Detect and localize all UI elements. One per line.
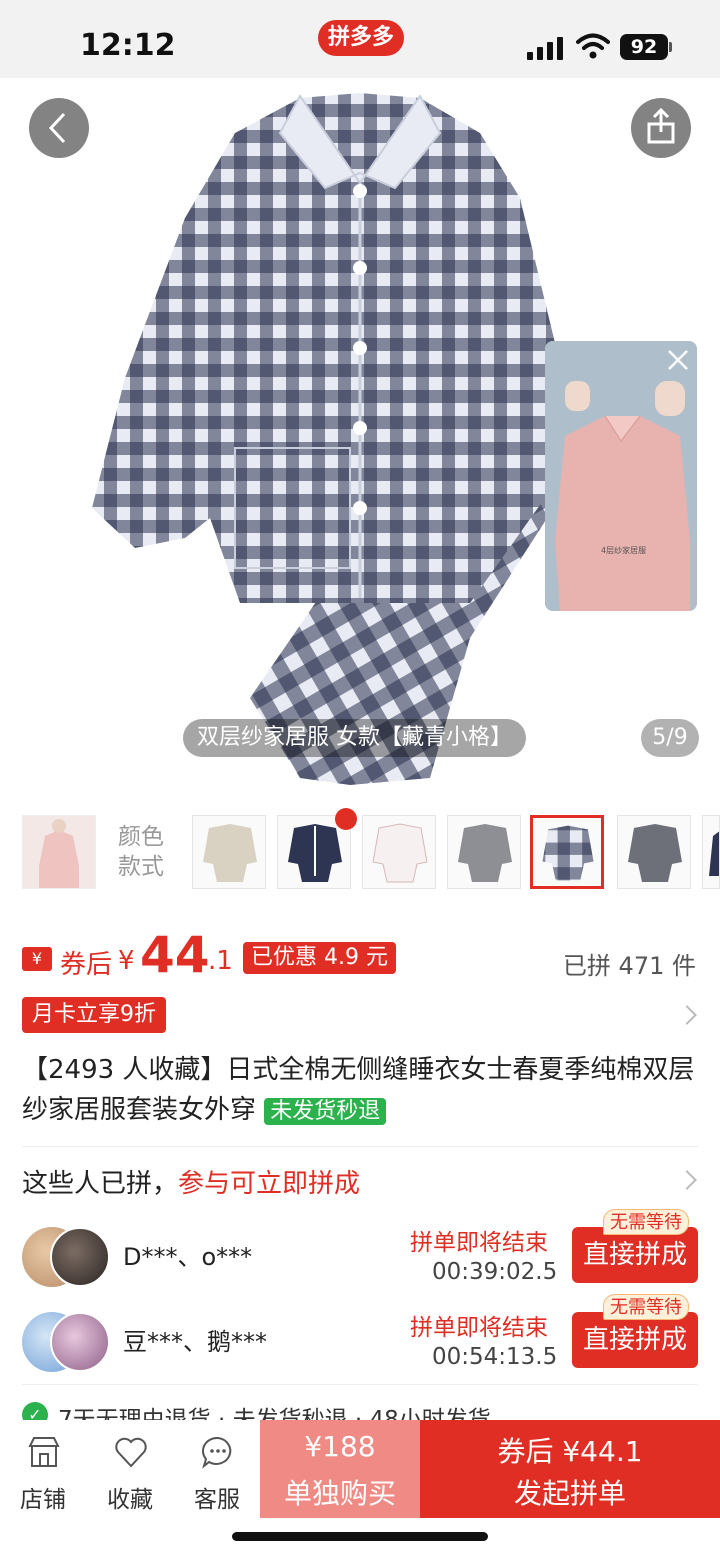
share-button[interactable] xyxy=(631,98,691,158)
battery-tip xyxy=(669,42,672,52)
status-time: 12:12 xyxy=(80,28,176,63)
variant-thumb-more[interactable] xyxy=(702,815,720,889)
app-logo: 拼多多 xyxy=(318,20,404,56)
store-label: 店铺 xyxy=(20,1487,66,1513)
variant-label: 颜色 款式 xyxy=(118,824,164,880)
avatar xyxy=(50,1227,110,1287)
heart-icon xyxy=(115,1437,147,1468)
no-wait-badge: 无需等待 xyxy=(603,1294,689,1320)
variant-thumb-white-grid[interactable] xyxy=(362,815,436,889)
image-counter: 5/9 xyxy=(641,719,699,757)
divider xyxy=(22,1146,698,1147)
variant-preview-thumbnail[interactable] xyxy=(22,815,96,889)
chat-icon xyxy=(202,1436,232,1469)
home-indicator xyxy=(232,1532,488,1541)
start-group-button[interactable]: 券后 ¥44.1 发起拼单 xyxy=(420,1420,720,1518)
product-title: 【2493 人收藏】日式全棉无侧缝睡衣女士春夏季纯棉双层纱家居服套装女外穿 未发… xyxy=(22,1055,695,1125)
group-member-names: 豆***、鹅*** xyxy=(123,1328,267,1356)
hot-badge-icon xyxy=(335,808,357,830)
chevron-right-icon[interactable] xyxy=(677,1005,697,1025)
status-bar: 12:12 拼多多 92 xyxy=(0,0,720,78)
group-row: D***、o*** 拼单即将结束 00:39:02.5 直接拼成 无需等待 xyxy=(0,1209,720,1299)
favorite-button[interactable]: 收藏 xyxy=(87,1420,173,1518)
divider xyxy=(22,1384,698,1385)
product-image-carousel[interactable]: 4层纱家居服 双层纱家居服 女款【藏青小格】 5/9 xyxy=(0,78,720,785)
store-icon xyxy=(28,1437,60,1467)
group-countdown: 00:54:13.5 xyxy=(432,1344,558,1370)
chevron-right-icon[interactable] xyxy=(677,1170,697,1190)
variant-thumb-grey[interactable] xyxy=(617,815,691,889)
group-price: 券后 ¥44.1 xyxy=(497,1435,643,1468)
video-label: 4层纱家居服 xyxy=(601,545,646,555)
sold-count: 已拼 471 件 xyxy=(562,952,696,980)
monthly-card-tag[interactable]: 月卡立享9折 xyxy=(22,997,166,1033)
favorite-label: 收藏 xyxy=(107,1487,153,1513)
group-member-names: D***、o*** xyxy=(123,1243,253,1271)
coupon-label: 券后 xyxy=(60,950,113,980)
variant-thumb-grey-check[interactable] xyxy=(447,815,521,889)
group-label: 发起拼单 xyxy=(513,1477,626,1510)
service-label: 客服 xyxy=(194,1487,240,1513)
solo-price: ¥188 xyxy=(304,1430,376,1463)
customer-service-button[interactable]: 客服 xyxy=(174,1420,260,1518)
solo-label: 单独购买 xyxy=(283,1477,396,1510)
signal-icon xyxy=(527,36,565,60)
coupon-icon: ¥ xyxy=(22,947,52,971)
back-button[interactable] xyxy=(29,98,89,158)
avatar xyxy=(50,1312,110,1372)
close-icon[interactable] xyxy=(665,347,691,373)
check-icon: ✓ xyxy=(22,1402,48,1420)
service-text: 7天无理由退货 · 未发货秒退 · 48小时发货 xyxy=(58,1407,491,1420)
group-row: 豆***、鹅*** 拼单即将结束 00:54:13.5 直接拼成 无需等待 xyxy=(0,1294,720,1384)
group-countdown: 00:39:02.5 xyxy=(432,1259,558,1285)
price-decimal: .1 xyxy=(208,946,233,976)
share-icon xyxy=(647,107,675,144)
variant-thumb-beige[interactable] xyxy=(192,815,266,889)
variant-selector: 颜色 款式 xyxy=(0,808,720,898)
video-thumbnail-image: 4层纱家居服 xyxy=(545,341,697,611)
image-caption: 双层纱家居服 女款【藏青小格】 xyxy=(183,719,526,757)
group-status: 拼单即将结束 xyxy=(410,1230,548,1256)
wifi-icon xyxy=(576,33,610,59)
group-buy-header[interactable]: 这些人已拼，参与可立即拼成 xyxy=(22,1163,360,1200)
refund-badge: 未发货秒退 xyxy=(264,1098,387,1125)
group-status: 拼单即将结束 xyxy=(410,1315,548,1341)
service-guarantees[interactable]: ✓ 7天无理由退货 · 未发货秒退 · 48小时发货 xyxy=(0,1396,720,1420)
currency-symbol: ¥ xyxy=(118,946,135,976)
discount-badge: 已优惠 4.9 元 xyxy=(243,942,396,974)
price-integer: 44 xyxy=(140,926,210,984)
chevron-left-icon xyxy=(48,112,66,144)
buy-alone-button[interactable]: ¥188 单独购买 xyxy=(260,1420,420,1518)
video-preview[interactable]: 4层纱家居服 xyxy=(545,341,697,611)
variant-thumb-navy-check[interactable] xyxy=(530,815,604,889)
price-row: ¥ 券后 ¥ 44 .1 已优惠 4.9 元 已拼 471 件 xyxy=(0,920,720,990)
no-wait-badge: 无需等待 xyxy=(603,1209,689,1235)
battery-indicator: 92 xyxy=(620,34,668,60)
store-button[interactable]: 店铺 xyxy=(0,1420,86,1518)
